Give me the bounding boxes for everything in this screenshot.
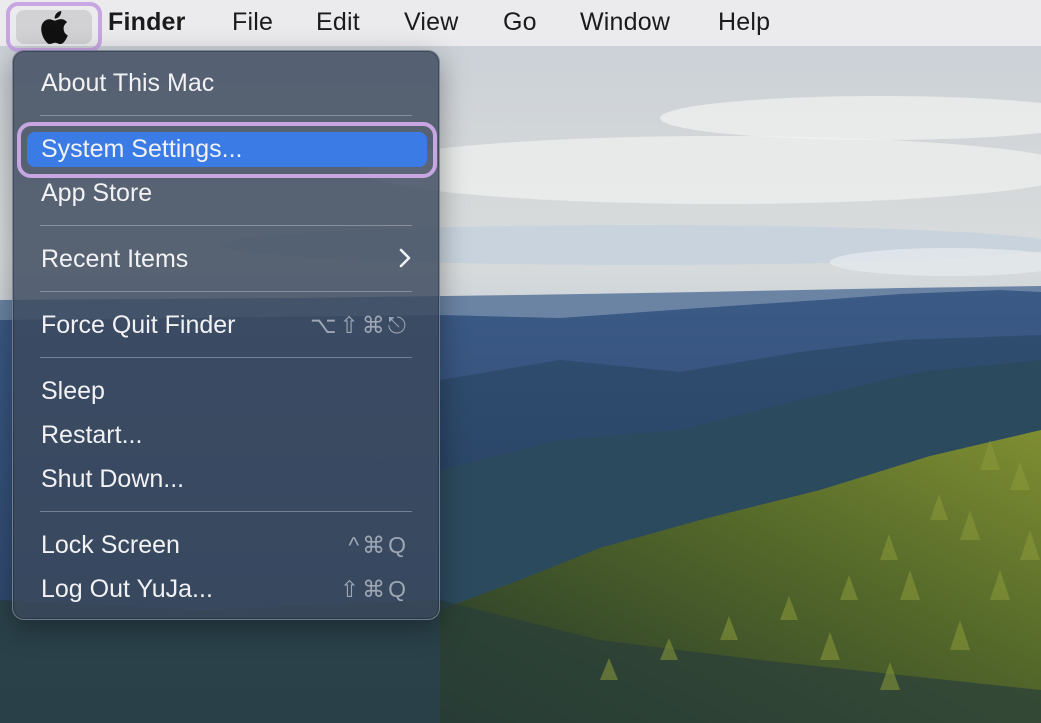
menu-help[interactable]: Help: [718, 8, 770, 37]
menu-item-log-out[interactable]: Log Out YuJa...: [41, 569, 213, 609]
apple-menu-dropdown: About This Mac System Settings... App St…: [12, 50, 440, 620]
menu-separator: [40, 291, 412, 292]
apple-logo-icon: [41, 10, 68, 44]
menu-item-app-store[interactable]: App Store: [41, 173, 152, 213]
chevron-right-icon: [399, 248, 411, 268]
menu-item-lock-screen[interactable]: Lock Screen: [41, 525, 180, 565]
menu-item-force-quit[interactable]: Force Quit Finder: [41, 305, 236, 345]
menu-separator: [40, 115, 412, 116]
menu-separator: [40, 357, 412, 358]
apple-menu-button[interactable]: [6, 2, 102, 52]
menu-go[interactable]: Go: [503, 8, 537, 37]
menu-separator: [40, 511, 412, 512]
menu-item-recent-items[interactable]: Recent Items: [41, 239, 188, 279]
menu-finder[interactable]: Finder: [108, 8, 186, 37]
shortcut-lock-screen: ^⌘Q: [348, 532, 409, 558]
menu-item-about-this-mac[interactable]: About This Mac: [41, 63, 214, 103]
menu-edit[interactable]: Edit: [316, 8, 360, 37]
menu-item-sleep[interactable]: Sleep: [41, 371, 105, 411]
shortcut-force-quit: ⌥⇧⌘⎋: [310, 312, 409, 338]
menu-view[interactable]: View: [404, 8, 459, 37]
menu-item-system-settings[interactable]: System Settings...: [41, 129, 242, 169]
menu-window[interactable]: Window: [580, 8, 670, 37]
shortcut-log-out: ⇧⌘Q: [339, 576, 409, 602]
menu-item-shut-down[interactable]: Shut Down...: [41, 459, 184, 499]
menu-bar: Finder File Edit View Go Window Help: [0, 0, 1041, 52]
menu-file[interactable]: File: [232, 8, 273, 37]
menu-separator: [40, 225, 412, 226]
menu-item-restart[interactable]: Restart...: [41, 415, 142, 455]
